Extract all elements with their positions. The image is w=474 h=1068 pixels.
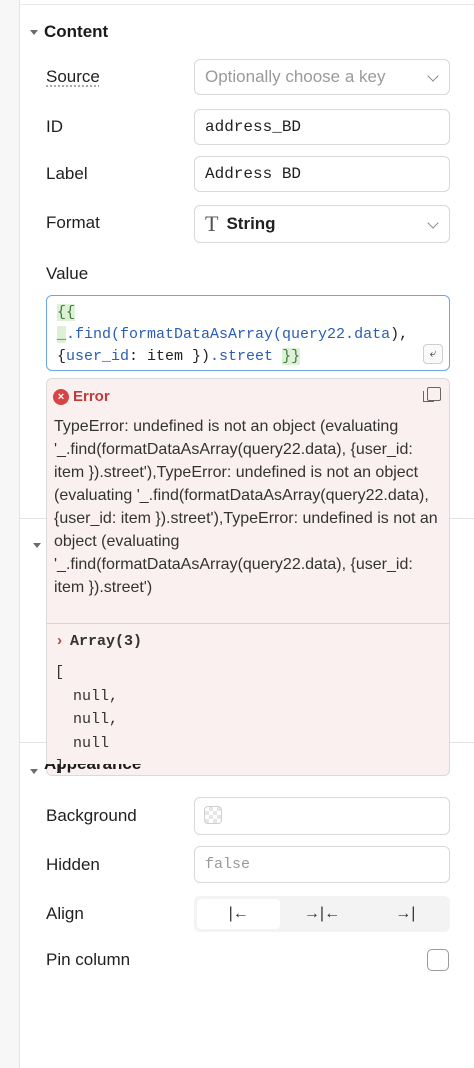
align-label: Align — [46, 904, 84, 923]
divider — [20, 742, 46, 743]
label-input[interactable]: Address BD — [194, 156, 450, 192]
chevron-down-icon — [427, 217, 439, 229]
label-label: Label — [46, 164, 88, 183]
copy-icon[interactable] — [423, 387, 441, 402]
divider — [47, 623, 449, 624]
chevron-down-icon — [30, 29, 38, 35]
error-icon: × — [53, 388, 69, 405]
left-gutter — [0, 0, 20, 1068]
code-underscore: _ — [57, 326, 67, 343]
source-select[interactable]: Optionally choose a key — [194, 59, 450, 95]
divider — [20, 4, 474, 5]
value-code-editor[interactable]: {{ _.find(formatDataAsArray(query22.data… — [46, 295, 450, 371]
code-brace-open: { — [57, 348, 67, 365]
code-close-braces: }} — [282, 348, 301, 365]
align-center-icon[interactable]: →|← — [280, 899, 363, 929]
code-open-braces: {{ — [57, 304, 76, 321]
chevron-down-icon — [30, 768, 38, 774]
section-title: Appearance — [44, 764, 141, 774]
content-section-header[interactable]: Content — [30, 22, 108, 42]
chevron-down-icon — [427, 70, 439, 82]
pin-column-label: Pin column — [46, 950, 131, 969]
array-label: Array(3) — [70, 633, 143, 650]
color-swatch[interactable] — [204, 806, 222, 824]
divider — [450, 742, 474, 743]
code-user-id: user_id — [66, 348, 130, 365]
align-left-icon[interactable]: |← — [197, 899, 281, 929]
pin-column-checkbox[interactable] — [427, 949, 449, 971]
chevron-down-icon — [33, 543, 41, 548]
code-data-prop: data — [354, 326, 391, 343]
chevron-right-icon: › — [55, 633, 65, 650]
appearance-section-header[interactable]: Appearance — [30, 764, 141, 778]
hidden-input[interactable]: false — [194, 846, 450, 883]
code-item-part: : item }) — [129, 348, 211, 365]
source-placeholder: Optionally choose a key — [205, 67, 386, 86]
array-toggle[interactable]: › Array(3) — [55, 633, 142, 650]
id-input[interactable]: address_BD — [194, 109, 450, 145]
divider — [450, 518, 474, 519]
hidden-label: Hidden — [46, 855, 100, 874]
format-label: Format — [46, 213, 100, 232]
id-label: ID — [46, 117, 63, 136]
error-panel: × Error TypeError: undefined is not an o… — [46, 378, 450, 776]
background-label: Background — [46, 806, 137, 825]
text-type-icon: T — [205, 211, 219, 236]
code-street-prop: .street — [210, 348, 274, 365]
source-label: Source — [46, 67, 100, 86]
background-color-input[interactable] — [194, 797, 450, 835]
value-label: Value — [46, 264, 89, 283]
error-title: Error — [73, 388, 110, 405]
format-select[interactable]: T String — [194, 205, 450, 243]
format-value: String — [226, 214, 276, 233]
code-find-call: .find(formatDataAsArray(query22. — [66, 326, 355, 343]
code-close-paren: ), — [390, 326, 409, 343]
align-right-icon[interactable]: →| — [364, 899, 447, 929]
section-title: Content — [44, 22, 109, 41]
array-body: [ null, null, null ] — [55, 664, 119, 775]
error-message: TypeError: undefined is not an object (e… — [54, 418, 438, 596]
expand-editor-icon[interactable]: ⤶ — [423, 344, 443, 364]
align-segmented-control: |← →|← →| — [194, 896, 450, 932]
divider — [20, 518, 46, 519]
